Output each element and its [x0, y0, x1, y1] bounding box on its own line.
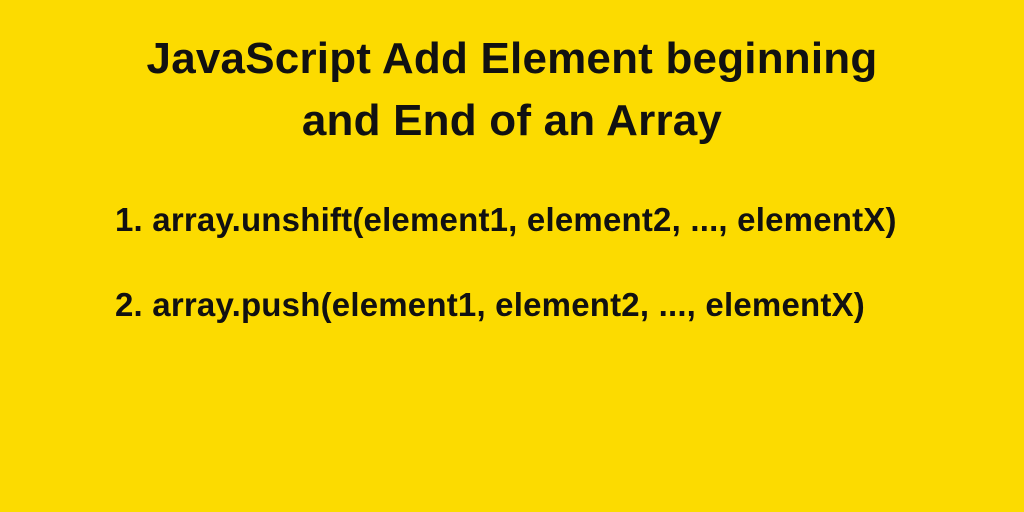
method-list: 1. array.unshift(element1, element2, ...…: [0, 199, 1024, 327]
title-line-1: JavaScript Add Element beginning: [147, 34, 878, 83]
title-line-2: and End of an Array: [302, 96, 722, 145]
list-item: 1. array.unshift(element1, element2, ...…: [115, 199, 1024, 242]
page-title: JavaScript Add Element beginning and End…: [0, 28, 1024, 151]
list-item: 2. array.push(element1, element2, ..., e…: [115, 284, 1024, 327]
